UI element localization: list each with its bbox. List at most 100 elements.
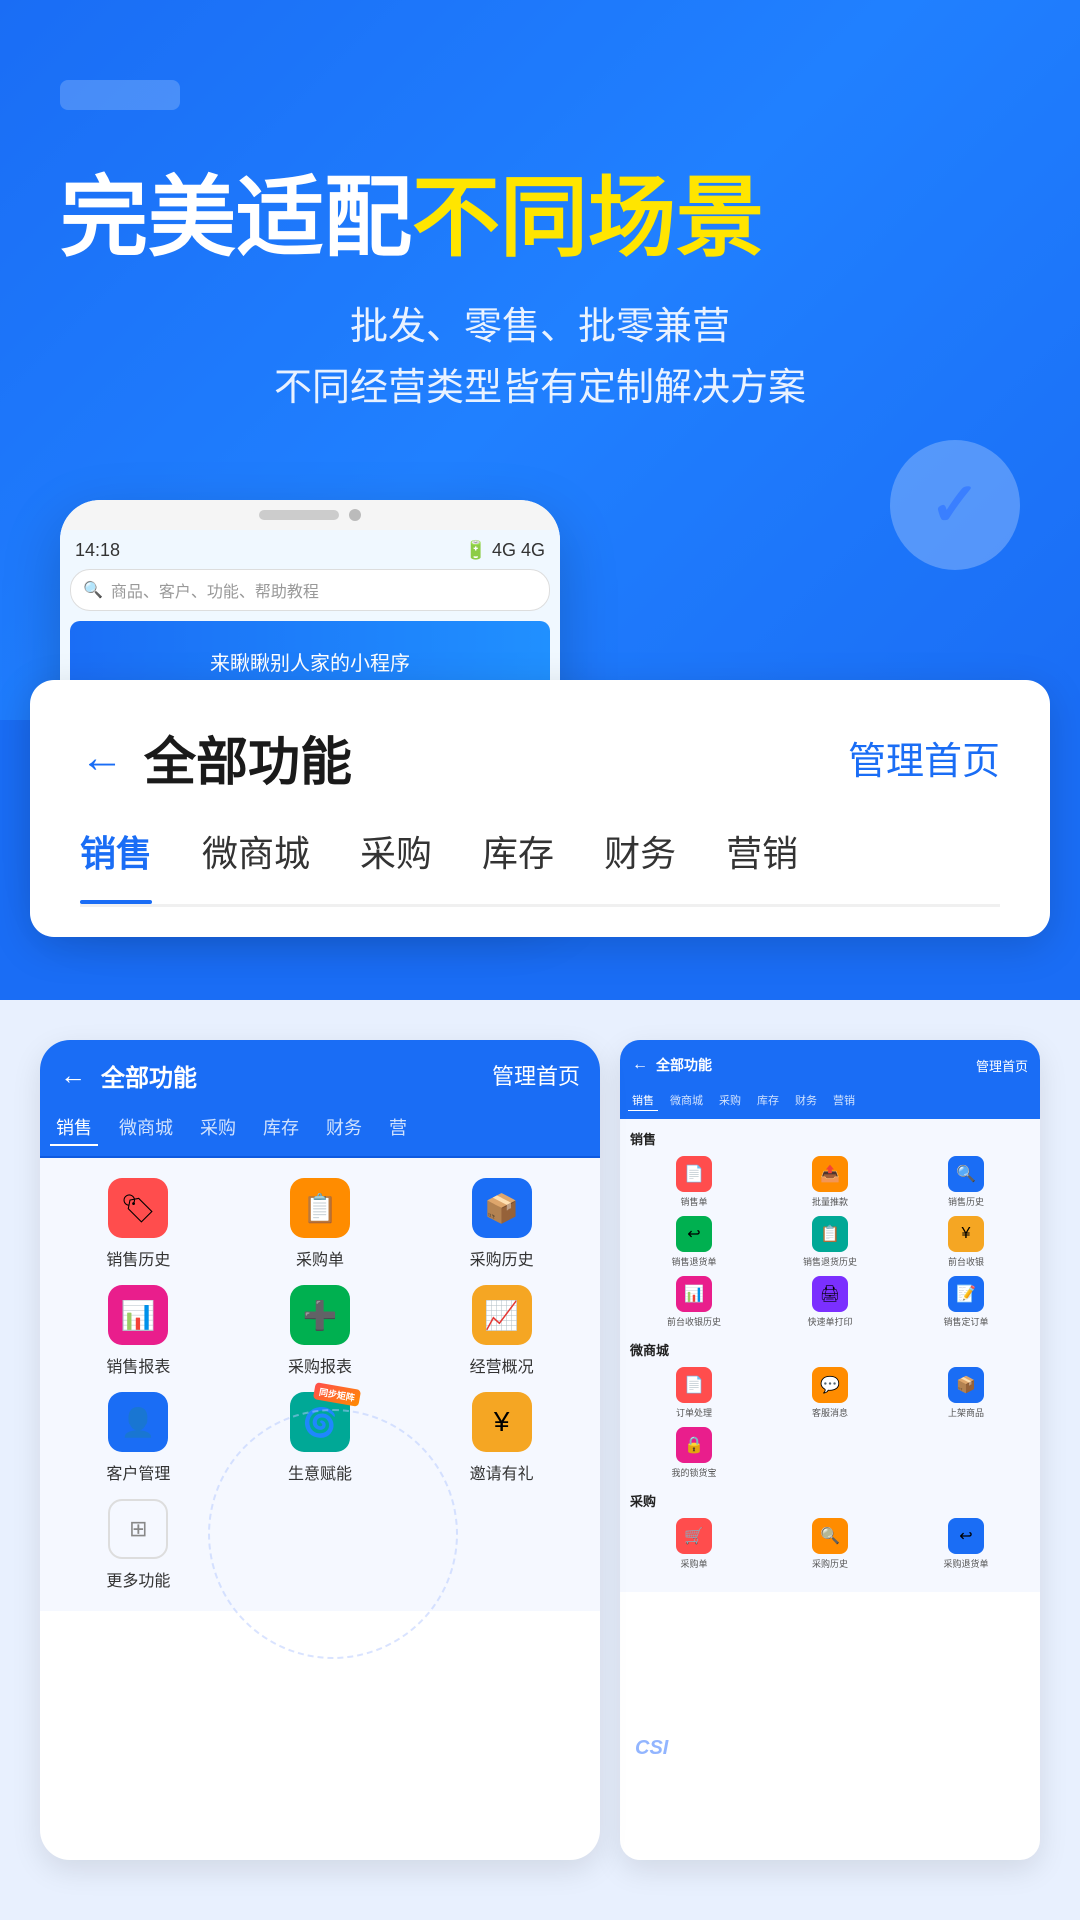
hero-section: 完美适配不同场景 批发、零售、批零兼营 不同经营类型皆有定制解决方案 ✓ 14:… [0,0,1080,720]
rph-sales-return-history-icon: 📋 [812,1216,848,1252]
business-empower-label: 生意赋能 [288,1460,352,1484]
right-phone-manage[interactable]: 管理首页 [976,1056,1028,1075]
rph-tab-finance[interactable]: 财务 [791,1090,821,1111]
tab-marketing[interactable]: 营销 [726,825,798,889]
manage-home-link[interactable]: 管理首页 [848,730,1000,785]
rph-tab-sales[interactable]: 销售 [628,1090,658,1111]
rph-sales-order[interactable]: 📄 销售单 [630,1156,758,1208]
func-sales-report[interactable]: 📊 销售报表 [55,1285,222,1377]
sales-history-icon: 🏷 [108,1178,168,1238]
rph-purchase-history[interactable]: 🔍 采购历史 [766,1518,894,1570]
rph-section-sales-title: 销售 [630,1129,1030,1148]
hero-title: 完美适配不同场景 [60,170,1020,267]
func-sales-history[interactable]: 🏷 销售历史 [55,1178,222,1270]
phone-notch [259,510,339,520]
new-badge: 同步矩阵 [313,1382,361,1407]
rph-customer-msg[interactable]: 💬 客服消息 [766,1367,894,1419]
func-purchase-report[interactable]: ➕ 采购报表 [237,1285,404,1377]
invite-gift-icon: ¥ [472,1392,532,1452]
left-phone-header: ← 全部功能 管理首页 [40,1040,600,1110]
business-overview-icon: 📈 [472,1285,532,1345]
hero-title-yellow: 不同场景 [412,168,764,267]
rph-section-purchase-title: 采购 [630,1491,1030,1510]
rph-purchase-history-icon: 🔍 [812,1518,848,1554]
sales-history-label: 销售历史 [106,1246,170,1270]
rph-lock-treasure-icon: 🔒 [676,1427,712,1463]
purchase-history-label: 采购历史 [470,1246,534,1270]
right-phone-back-icon[interactable]: ← [632,1056,648,1074]
left-tab-inventory[interactable]: 库存 [257,1110,305,1146]
tab-sales[interactable]: 销售 [80,825,152,889]
rph-tab-marketing[interactable]: 营销 [829,1090,859,1111]
subtitle-line1: 批发、零售、批零兼营 [350,306,730,348]
rph-batch-push-icon: 📤 [812,1156,848,1192]
rph-sales-return[interactable]: ↩ 销售退货单 [630,1216,758,1268]
func-business-overview[interactable]: 📈 经营概况 [418,1285,585,1377]
csi-label: CSI [635,1737,668,1760]
left-phone-back-icon[interactable]: ← [60,1060,86,1091]
left-tab-sales[interactable]: 销售 [50,1110,98,1146]
rph-sales-booking[interactable]: 📝 销售定订单 [902,1276,1030,1328]
phone-top-bar [60,500,560,530]
left-phone-manage[interactable]: 管理首页 [492,1059,580,1091]
rph-customer-msg-label: 客服消息 [812,1406,848,1419]
rph-sales-history-label: 销售历史 [948,1195,984,1208]
rph-sales-booking-label: 销售定订单 [943,1315,988,1328]
rph-purchase-history-label: 采购历史 [812,1557,848,1570]
phone-camera [349,509,361,521]
rph-sales-return-history[interactable]: 📋 销售退货历史 [766,1216,894,1268]
left-tab-purchase[interactable]: 采购 [194,1110,242,1146]
rph-order-processing[interactable]: 📄 订单处理 [630,1367,758,1419]
left-tab-finance[interactable]: 财务 [320,1110,368,1146]
rph-batch-push[interactable]: 📤 批量推款 [766,1156,894,1208]
rph-front-cashier[interactable]: ¥ 前台收银 [902,1216,1030,1268]
rph-cashier-history[interactable]: 📊 前台收银历史 [630,1276,758,1328]
rph-purchase-order-label: 采购单 [680,1557,707,1570]
tab-mini-mall[interactable]: 微商城 [202,825,310,889]
status-bar-placeholder [60,80,180,110]
back-arrow-icon[interactable]: ← [80,733,124,783]
rph-sales-history[interactable]: 🔍 销售历史 [902,1156,1030,1208]
hero-subtitle: 批发、零售、批零兼营 不同经营类型皆有定制解决方案 [60,297,1020,419]
tab-finance[interactable]: 财务 [604,825,676,889]
search-icon: 🔍 [83,580,103,600]
left-tab-other[interactable]: 营 [383,1110,413,1146]
func-customer-management[interactable]: 👤 客户管理 [55,1392,222,1484]
rph-purchase-return[interactable]: ↩ 采购退货单 [902,1518,1030,1570]
left-phone-title: 全部功能 [101,1058,197,1093]
func-purchase-order[interactable]: 📋 采购单 [237,1178,404,1270]
banner-text: 来瞅瞅别人家的小程序 [210,647,410,676]
rph-sales-order-icon: 📄 [676,1156,712,1192]
phone-signal-icons: 🔋 4G 4G [465,540,545,561]
left-phone-tabs: 销售 微商城 采购 库存 财务 营 [40,1110,600,1158]
func-business-empowerment[interactable]: 🌀 同步矩阵 生意赋能 [237,1392,404,1484]
purchase-report-icon: ➕ [290,1285,350,1345]
purchase-history-icon: 📦 [472,1178,532,1238]
rph-front-cashier-label: 前台收银 [948,1255,984,1268]
more-func-icon: ⊞ [108,1499,168,1559]
rph-customer-msg-icon: 💬 [812,1367,848,1403]
rph-tab-purchase[interactable]: 采购 [715,1090,745,1111]
func-more[interactable]: ⊞ 更多功能 [55,1499,222,1591]
right-phone-tabs: 销售 微商城 采购 库存 财务 营销 [620,1090,1040,1119]
func-invite-gift[interactable]: ¥ 邀请有礼 [418,1392,585,1484]
tab-purchase[interactable]: 采购 [360,825,432,889]
function-panel-card: ← 全部功能 管理首页 销售 微商城 采购 库存 财务 营销 [30,680,1050,937]
business-empower-icon: 🌀 同步矩阵 [290,1392,350,1452]
left-tab-mini-mall[interactable]: 微商城 [113,1110,179,1146]
rph-quick-print-label: 快速单打印 [807,1315,852,1328]
sales-report-icon: 📊 [108,1285,168,1345]
func-purchase-history[interactable]: 📦 采购历史 [418,1178,585,1270]
rph-tab-inventory[interactable]: 库存 [753,1090,783,1111]
rph-quick-print[interactable]: 🖨 快速单打印 [766,1276,894,1328]
search-placeholder-text: 商品、客户、功能、帮助教程 [111,578,319,602]
bottom-section: ← 全部功能 管理首页 销售 微商城 采购 库存 财务 营 🏷 销售历史 📋 [0,1000,1080,1920]
rph-tab-mini-mall[interactable]: 微商城 [666,1090,707,1111]
tab-inventory[interactable]: 库存 [482,825,554,889]
rph-cashier-history-label: 前台收银历史 [667,1315,721,1328]
rph-purchase-order[interactable]: 🛒 采购单 [630,1518,758,1570]
rph-list-product[interactable]: 📦 上架商品 [902,1367,1030,1419]
function-card-header: ← 全部功能 管理首页 [80,720,1000,795]
rph-lock-treasure[interactable]: 🔒 我的锁货宝 [630,1427,758,1479]
right-phone-screenshot: ← 全部功能 管理首页 销售 微商城 采购 库存 财务 营销 销售 📄 销售单 … [620,1040,1040,1860]
